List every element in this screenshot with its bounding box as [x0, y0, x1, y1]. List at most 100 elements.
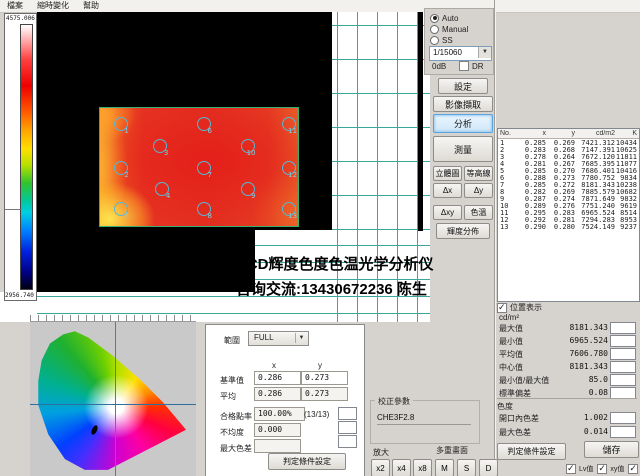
save-button[interactable]: 儲存 [584, 441, 639, 458]
position-display-checkbox[interactable] [497, 303, 507, 313]
save-option-2[interactable]: 影像檔 [628, 464, 640, 474]
table-row[interactable]: 130.2900.2807524.1499237 [498, 223, 639, 230]
radio-auto[interactable]: Auto [430, 13, 458, 23]
delta-x-button[interactable]: Δx [433, 183, 462, 198]
measure-point-2[interactable]: 2 [114, 161, 128, 175]
multi-screen-title: 多重畫面 [436, 445, 468, 456]
multi-d-button[interactable]: D [479, 459, 498, 476]
menu-item-1[interactable]: 縮時變化 [30, 0, 76, 12]
judge-result-box [610, 361, 636, 373]
measure-point-6[interactable]: 6 [197, 117, 211, 131]
luminance-image[interactable]: 1 6 11 3 10 2 7 12 4 9 5 8 13 [100, 108, 298, 226]
judge-result-box [338, 421, 357, 434]
menu-item-0[interactable]: 檔案 [0, 0, 30, 12]
measure-point-11[interactable]: 11 [282, 117, 296, 131]
save-option-label: Lv值 [579, 464, 593, 474]
chevron-down-icon[interactable]: ▼ [478, 47, 491, 58]
radio-manual[interactable]: Manual [430, 24, 468, 34]
reference-y-field[interactable]: 0.273 [301, 371, 348, 385]
color-temp-button[interactable]: 色溫 [464, 205, 493, 220]
position-display-row[interactable]: 位置表示 [497, 302, 542, 313]
measure-point-4[interactable]: 4 [155, 182, 169, 196]
multi-screen-buttons: MSD [435, 459, 498, 476]
measure-point-number: 3 [164, 149, 168, 157]
delta-y-button[interactable]: Δy [464, 183, 493, 198]
range-label: 範圍 [224, 335, 240, 346]
radio-icon [430, 25, 439, 34]
capture-button[interactable]: 影像擷取 [433, 96, 493, 112]
pass-rate-field: 100.00% [254, 407, 305, 421]
menu-item-2[interactable]: 幫助 [76, 0, 106, 12]
measure-point-number: 13 [288, 212, 297, 220]
cell: 0.290 [517, 223, 546, 231]
judge-condition-button[interactable]: 判定條件設定 [268, 453, 346, 470]
measure-point-7[interactable]: 7 [197, 161, 211, 175]
max-color-diff-label: 最大色差 [220, 443, 252, 454]
measure-point-13[interactable]: 13 [282, 202, 296, 216]
col-header-cdm2: cd/m2 [575, 130, 615, 137]
lum-dist-label: 輝度分佈 [447, 226, 479, 237]
measure-point-3[interactable]: 3 [153, 139, 167, 153]
uniformity-label: 不均度 [220, 427, 244, 438]
radio-ss[interactable]: SS [430, 35, 453, 45]
measure-point-12[interactable]: 12 [282, 161, 296, 175]
settings-button[interactable]: 設定 [438, 78, 488, 94]
checkbox-icon[interactable] [566, 464, 576, 474]
dr-checkbox-row[interactable]: DR [459, 61, 484, 71]
judge-condition-button-right[interactable]: 判定條件設定 [497, 443, 566, 460]
section-divider [497, 398, 637, 399]
settings-label: 設定 [454, 80, 472, 93]
measure-point-10[interactable]: 10 [241, 139, 255, 153]
measure-point-number: 8 [207, 212, 211, 220]
measure-point-1[interactable]: 1 [114, 117, 128, 131]
save-option-1[interactable]: xy值 [597, 464, 624, 474]
exposure-group: AutoManualSS 1/15060 ▼ 0dB DR [424, 8, 494, 75]
range-value: FULL [254, 333, 274, 342]
reference-label: 基準值 [220, 375, 244, 386]
col-y-header: y [318, 361, 322, 370]
zoom-x8-button[interactable]: x8 [413, 459, 432, 476]
reference-x-field[interactable]: 0.286 [254, 371, 301, 385]
measure-point-number: 4 [166, 192, 170, 200]
zoom-x2-button[interactable]: x2 [371, 459, 390, 476]
judge-result-box [338, 407, 357, 420]
col-header-k: K [615, 130, 637, 137]
radio-label: SS [442, 36, 453, 45]
measure-label: 測量 [454, 143, 472, 156]
chroma-label: 最大色差 [499, 427, 531, 438]
radio-icon [430, 36, 439, 45]
average-x-field: 0.286 [254, 387, 301, 401]
multi-s-button[interactable]: S [457, 459, 476, 476]
save-option-0[interactable]: Lv值 [566, 464, 593, 474]
unit-label: cd/m² [499, 313, 519, 322]
measure-point-number: 11 [288, 127, 297, 135]
save-options-row: Lv值 xy值影像檔 [566, 464, 640, 474]
calibration-title: 校正參數 [375, 396, 413, 407]
measure-button[interactable]: 測量 [433, 136, 493, 162]
analyze-label: 分析 [454, 117, 472, 130]
watermark-text: CCD辉度色度色温光学分析仪 咨询交流:13430672236 陈生 [236, 252, 434, 302]
chevron-down-icon[interactable]: ▼ [295, 333, 307, 343]
delta-xy-button[interactable]: Δxy [433, 205, 462, 220]
dr-checkbox[interactable] [459, 61, 469, 71]
checkbox-icon[interactable] [597, 464, 607, 474]
col-header-y: y [546, 130, 575, 137]
view3d-button[interactable]: 立體圖 [433, 166, 462, 181]
measure-point-9[interactable]: 9 [241, 182, 255, 196]
measure-point-5[interactable]: 5 [114, 202, 128, 216]
analyze-button[interactable]: 分析 [433, 114, 493, 133]
cie-crosshair-horizontal [30, 404, 196, 405]
zoom-x4-button[interactable]: x4 [392, 459, 411, 476]
stat-row: 最小值/最大值85.0 [497, 374, 638, 386]
judge-result-box [610, 374, 636, 386]
checkbox-icon[interactable] [628, 464, 638, 474]
measure-point-8[interactable]: 8 [197, 202, 211, 216]
lum-dist-button[interactable]: 輝度分佈 [436, 223, 490, 239]
measure-point-number: 6 [207, 127, 211, 135]
cie-diagram-panel[interactable] [30, 322, 196, 476]
contour-button[interactable]: 等高線 [464, 166, 493, 181]
multi-m-button[interactable]: M [435, 459, 454, 476]
range-select[interactable]: FULL ▼ [248, 331, 309, 346]
shutter-speed-select[interactable]: 1/15060 ▼ [429, 46, 492, 61]
radio-label: Auto [442, 14, 458, 23]
